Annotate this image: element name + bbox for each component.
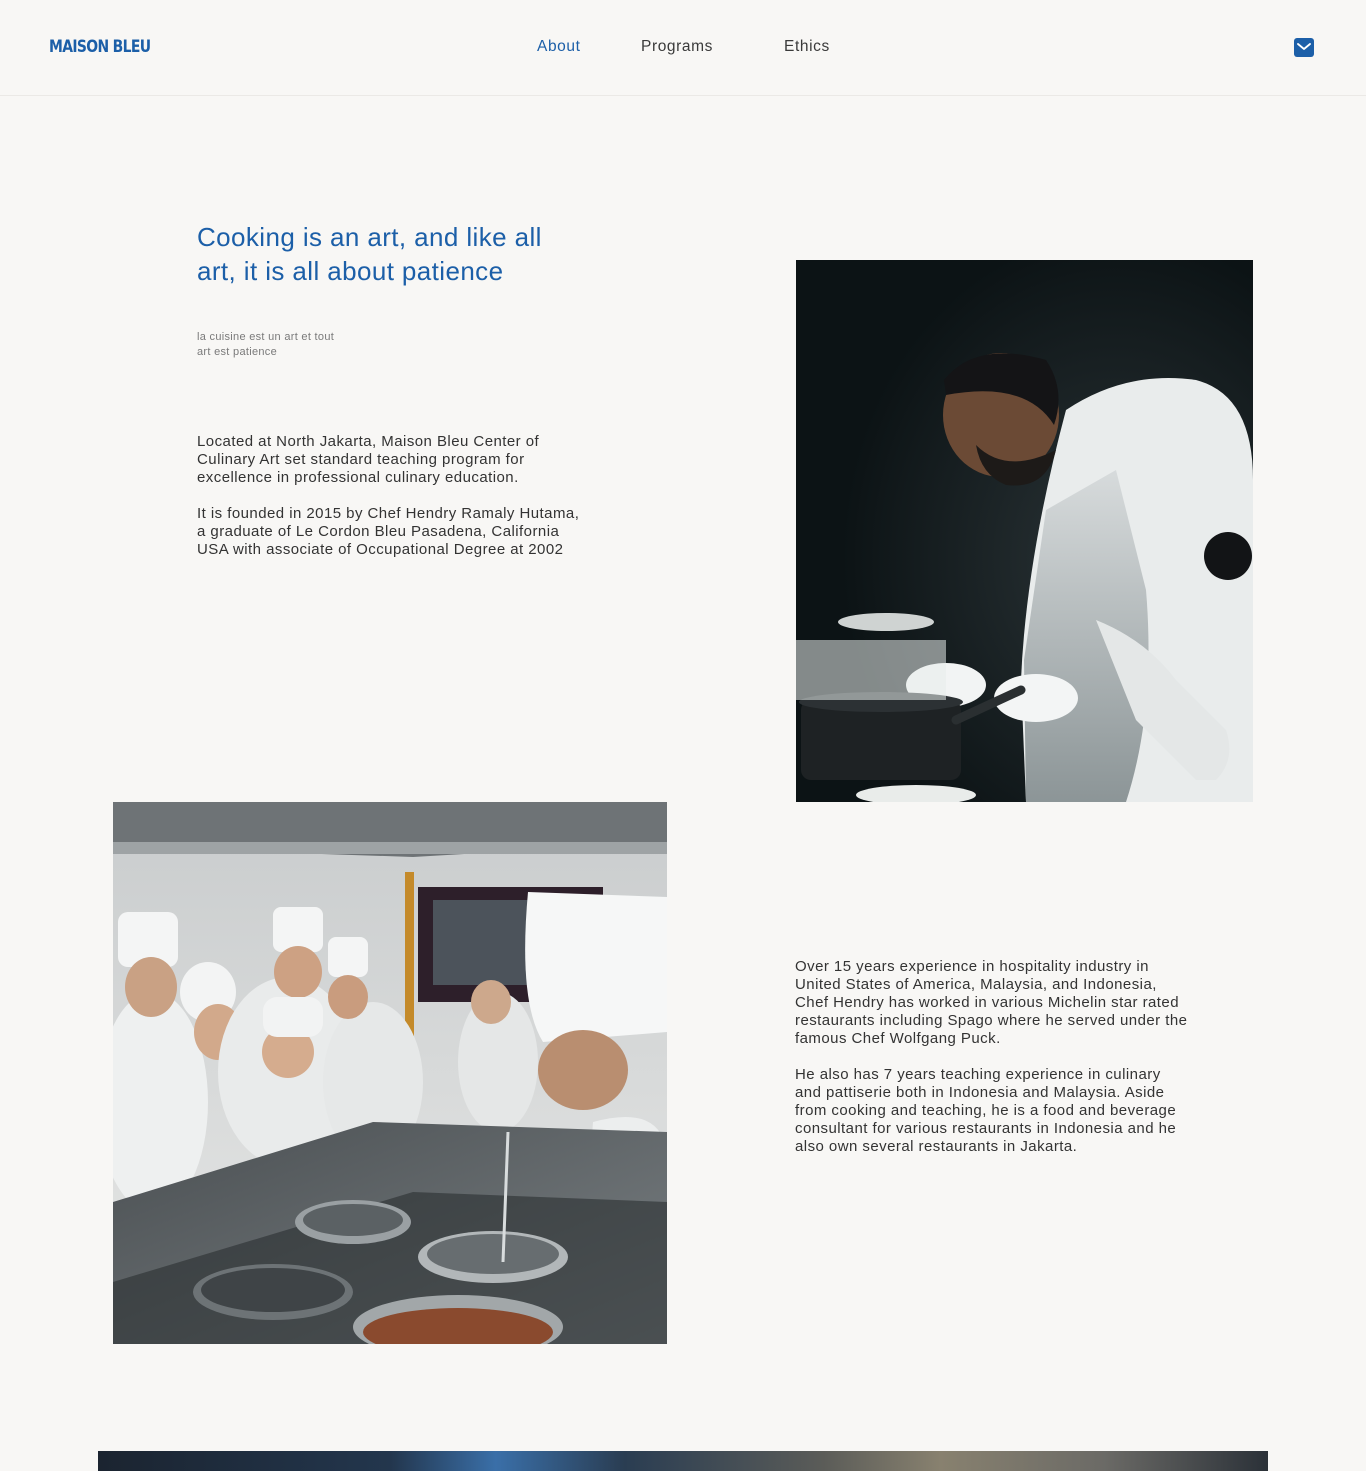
intro-paragraph-2: It is founded in 2015 by Chef Hendry Ram… [197, 505, 580, 558]
page-headline: Cooking is an art, and like all art, it … [197, 220, 617, 288]
kitchen-class-photo [113, 802, 667, 1344]
logo[interactable]: MAISON BLEU [49, 37, 151, 57]
subtitle-line-2: art est patience [197, 346, 278, 358]
french-subtitle: la cuisine est un art et tout art est pa… [197, 330, 397, 360]
nav-about[interactable]: About [537, 38, 581, 56]
intro-text: Located at North Jakarta, Maison Bleu Ce… [197, 433, 592, 559]
nav-programs[interactable]: Programs [641, 38, 713, 56]
chef-photo [796, 260, 1253, 802]
chef-bio-text: Over 15 years experience in hospitality … [795, 958, 1190, 1156]
headline-line-2: art, it is all about patience [197, 256, 504, 286]
headline-line-1: Cooking is an art, and like all [197, 222, 542, 252]
bio-paragraph-1: Over 15 years experience in hospitality … [795, 958, 1188, 1047]
nav-ethics[interactable]: Ethics [784, 38, 830, 56]
bio-paragraph-2: He also has 7 years teaching experience … [795, 1066, 1177, 1155]
bottom-banner-photo [98, 1451, 1268, 1471]
site-header: MAISON BLEU About Programs Ethics [0, 0, 1366, 96]
intro-paragraph-1: Located at North Jakarta, Maison Bleu Ce… [197, 433, 540, 486]
subtitle-line-1: la cuisine est un art et tout [197, 331, 335, 343]
mail-icon[interactable] [1294, 38, 1314, 57]
